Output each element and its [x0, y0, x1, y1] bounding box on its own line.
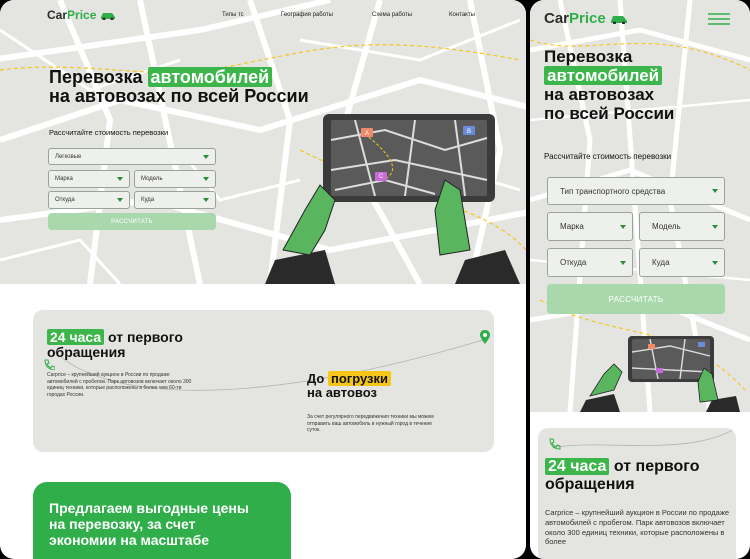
from-select[interactable]: Откуда: [48, 191, 130, 209]
vehicle-type-select[interactable]: Легковые: [48, 148, 216, 165]
loading-description: За счет регулярного передвижения техники…: [307, 414, 434, 433]
hero-title-line2: на автовозах по всей России: [49, 86, 309, 107]
mobile-logo[interactable]: CarPrice: [544, 10, 628, 27]
chevron-down-icon: [203, 198, 209, 202]
nav-link-types[interactable]: Типы тс: [222, 12, 244, 18]
location-pin-icon: [480, 330, 490, 344]
mobile-view: CarPrice Перевозка автомобилей на автово…: [530, 0, 750, 559]
chevron-down-icon: [620, 224, 626, 229]
mobile-calculate-button[interactable]: РАССЧИТАТЬ: [547, 284, 725, 314]
from-value: Откуда: [560, 258, 587, 267]
chevron-down-icon: [712, 224, 718, 229]
model-value: Модель: [141, 176, 163, 182]
logo-text-2: Price: [569, 10, 606, 27]
from-value: Откуда: [55, 197, 75, 203]
mobile-form-title: Рассчитайте стоимость перевозки: [544, 152, 672, 161]
model-value: Модель: [652, 222, 681, 231]
vehicle-type-value: Тип транспортного средства: [560, 186, 666, 196]
chevron-down-icon: [712, 260, 718, 265]
menu-icon[interactable]: [708, 13, 730, 25]
chevron-down-icon: [117, 177, 123, 181]
logo-text-2: Price: [67, 8, 97, 22]
map-pin-b: B: [467, 129, 472, 135]
company-description: Carprice – крупнейший аукцион в России п…: [47, 372, 192, 398]
to-value: Куда: [141, 197, 155, 203]
to-select[interactable]: Куда: [134, 191, 216, 209]
loading-line2: на автовоз: [307, 385, 377, 401]
hours-highlight: 24 часа: [545, 458, 610, 475]
logo-text-1: Car: [47, 8, 68, 22]
calculate-button[interactable]: РАССЧИТАТЬ: [48, 213, 216, 230]
hours-line2: обращения: [545, 476, 635, 494]
hours-highlight: 24 часа: [47, 329, 105, 345]
info-card: 24 часа от первого обращения Carprice – …: [33, 310, 494, 452]
chevron-down-icon: [117, 198, 123, 202]
phone-icon: [549, 438, 561, 450]
brand-value: Марка: [560, 222, 584, 231]
chevron-down-icon: [712, 189, 718, 193]
map-pin-a: A: [365, 131, 370, 137]
hours-title: 24 часа от первого обращения: [47, 329, 183, 361]
mobile-from-select[interactable]: Откуда: [547, 248, 633, 277]
car-icon: [610, 16, 627, 25]
map-pin-c: C: [379, 174, 384, 180]
loading-highlight: погрузки: [327, 371, 391, 386]
mobile-vehicle-type-select[interactable]: Тип транспортного средства: [547, 177, 725, 205]
hours-rest: от первого: [104, 329, 183, 345]
hero-title-part: Перевозка: [49, 67, 148, 87]
offer-line1: Предлагаем выгодные цены: [49, 500, 249, 516]
nav-link-scheme[interactable]: Схема работы: [372, 12, 412, 18]
form-title: Рассчитайте стоимость перевозки: [49, 128, 169, 137]
mobile-info-card: 24 часа от первого обращения Carprice – …: [538, 428, 736, 559]
logo[interactable]: CarPrice: [47, 8, 116, 22]
hero-line3: на автовозах: [544, 85, 655, 105]
hours-line2: обращения: [47, 344, 126, 361]
offer-line2: на перевозку, за счет: [49, 516, 196, 533]
mobile-model-select[interactable]: Модель: [639, 212, 725, 241]
nav-link-contacts[interactable]: Контакты: [449, 12, 475, 18]
mobile-to-select[interactable]: Куда: [639, 248, 725, 277]
brand-value: Марка: [55, 176, 73, 182]
chevron-down-icon: [203, 177, 209, 181]
hero-line1: Перевозка: [544, 47, 633, 66]
vehicle-type-value: Легковые: [55, 153, 82, 160]
mobile-tablet-illustration: [580, 336, 740, 412]
hours-rest: от первого: [609, 458, 700, 475]
hero-line4: по всей России: [544, 104, 675, 124]
mobile-hours-title: 24 часа от первого обращения: [545, 458, 699, 495]
desktop-view: CarPrice Типы тс География работы Схема …: [0, 0, 526, 559]
hero-highlight: автомобилей: [544, 66, 663, 86]
nav-link-geography[interactable]: География работы: [281, 12, 333, 18]
model-select[interactable]: Модель: [134, 170, 216, 188]
mobile-hero-title: Перевозка автомобилей на автовозах по вс…: [544, 47, 674, 123]
chevron-down-icon: [620, 260, 626, 265]
tablet-illustration: [265, 114, 520, 284]
offer-banner: Предлагаем выгодные цены на перевозку, з…: [33, 482, 291, 559]
logo-text-1: Car: [544, 10, 570, 27]
loading-pre: До: [307, 371, 328, 386]
mobile-brand-select[interactable]: Марка: [547, 212, 633, 241]
mobile-company-description: Carprice – крупнейший аукцион в России п…: [545, 508, 730, 547]
offer-line3: экономии на масштабе: [49, 532, 210, 549]
to-value: Куда: [652, 258, 670, 267]
offer-text: Предлагаем выгодные цены на перевозку, з…: [49, 500, 249, 548]
car-icon: [100, 13, 115, 21]
hero-title-highlight: автомобилей: [147, 67, 273, 87]
hero-title: Перевозка автомобилей на автовозах по вс…: [49, 67, 309, 107]
brand-select[interactable]: Марка: [48, 170, 130, 188]
chevron-down-icon: [203, 154, 209, 159]
loading-title: До погрузки на автовоз: [307, 371, 391, 401]
